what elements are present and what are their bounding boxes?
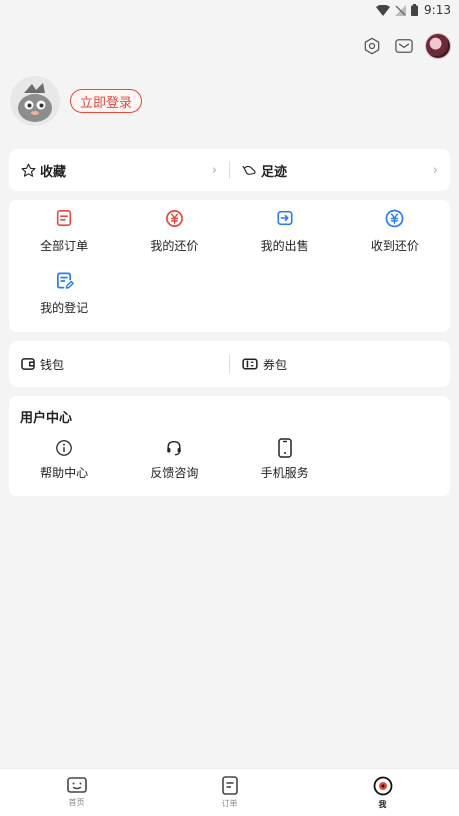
order-list-icon	[54, 208, 74, 228]
help-center-label: 帮助中心	[40, 465, 89, 480]
mascot-avatar-icon	[10, 76, 60, 126]
order-item-my-sales[interactable]: 我的出售	[230, 200, 340, 262]
order-item-all[interactable]: 全部订单	[9, 200, 119, 262]
tab-me[interactable]: 我	[306, 769, 459, 816]
coupons-label: 券包	[263, 357, 288, 372]
wallet-icon	[21, 358, 35, 370]
mail-icon	[395, 39, 413, 53]
chevron-right-icon: ›	[432, 162, 438, 178]
footprint-icon	[242, 165, 256, 175]
tab-home[interactable]: 首页	[0, 769, 153, 816]
phone-service-label: 手机服务	[260, 465, 309, 480]
profile-header: 立即登录	[10, 76, 143, 126]
login-button[interactable]: 立即登录	[70, 89, 143, 113]
user-center-grid: 帮助中心 反馈咨询 手机服务	[9, 426, 450, 492]
yen-badge-icon	[385, 208, 405, 228]
tab-home-label: 首页	[68, 798, 85, 807]
favorites-link[interactable]: 收藏 ›	[9, 161, 229, 180]
yen-circle-icon	[164, 208, 184, 228]
order-item-label: 我的出售	[260, 239, 309, 253]
star-icon	[21, 163, 36, 177]
user-center-title: 用户中心	[20, 411, 73, 426]
wallet-card: 钱包 券包	[9, 341, 450, 387]
sell-icon	[275, 208, 295, 228]
tab-me-label: 我	[378, 799, 387, 809]
orders-card: 全部订单 我的还价 我的出售 收到还价 我的登记	[9, 200, 450, 332]
feedback-label: 反馈咨询	[150, 465, 199, 480]
wallet-link[interactable]: 钱包	[9, 356, 229, 373]
orders-grid: 全部订单 我的还价 我的出售 收到还价 我的登记	[9, 200, 450, 324]
footprints-link[interactable]: 足迹 ›	[230, 161, 450, 180]
info-icon	[54, 438, 74, 458]
favorites-label: 收藏	[40, 164, 67, 180]
coupon-icon	[242, 358, 258, 370]
status-bar: 9:13	[0, 0, 459, 20]
message-button[interactable]	[393, 35, 415, 57]
no-signal-icon	[395, 4, 407, 16]
tab-orders-label: 订单	[221, 799, 238, 808]
phone-service-item[interactable]: 手机服务	[230, 426, 340, 492]
order-doc-icon	[221, 776, 238, 795]
me-icon	[373, 776, 392, 795]
order-item-label: 我的还价	[150, 239, 199, 253]
help-center-item[interactable]: 帮助中心	[9, 426, 119, 492]
feedback-item[interactable]: 反馈咨询	[119, 426, 229, 492]
order-item-label: 全部订单	[40, 239, 89, 253]
status-time: 9:13	[424, 3, 451, 17]
register-icon	[54, 270, 74, 290]
headset-icon	[164, 438, 184, 458]
wifi-icon	[376, 4, 391, 16]
tab-orders[interactable]: 订单	[153, 769, 306, 816]
coupons-link[interactable]: 券包	[230, 356, 450, 373]
battery-icon	[411, 4, 419, 16]
settings-button[interactable]	[361, 35, 383, 57]
quick-links-card: 收藏 › 足迹 ›	[9, 149, 450, 191]
order-item-label: 我的登记	[40, 301, 89, 315]
bottom-tab-bar: 首页 订单 我	[0, 768, 459, 816]
home-face-icon	[66, 777, 87, 793]
top-actions	[361, 33, 451, 59]
chevron-right-icon: ›	[211, 162, 217, 178]
order-item-received-counteroffer[interactable]: 收到还价	[340, 200, 450, 262]
wallet-label: 钱包	[40, 357, 65, 372]
order-item-my-registration[interactable]: 我的登记	[9, 262, 119, 324]
footprints-label: 足迹	[261, 164, 288, 180]
avatar[interactable]	[10, 76, 60, 126]
phone-icon	[275, 437, 295, 458]
order-item-label: 收到还价	[370, 239, 419, 253]
gear-icon	[364, 37, 380, 55]
order-item-my-counteroffer[interactable]: 我的还价	[119, 200, 229, 262]
user-center-card: 用户中心 帮助中心 反馈咨询 手机服务	[9, 396, 450, 496]
user-avatar-small[interactable]	[425, 33, 451, 59]
